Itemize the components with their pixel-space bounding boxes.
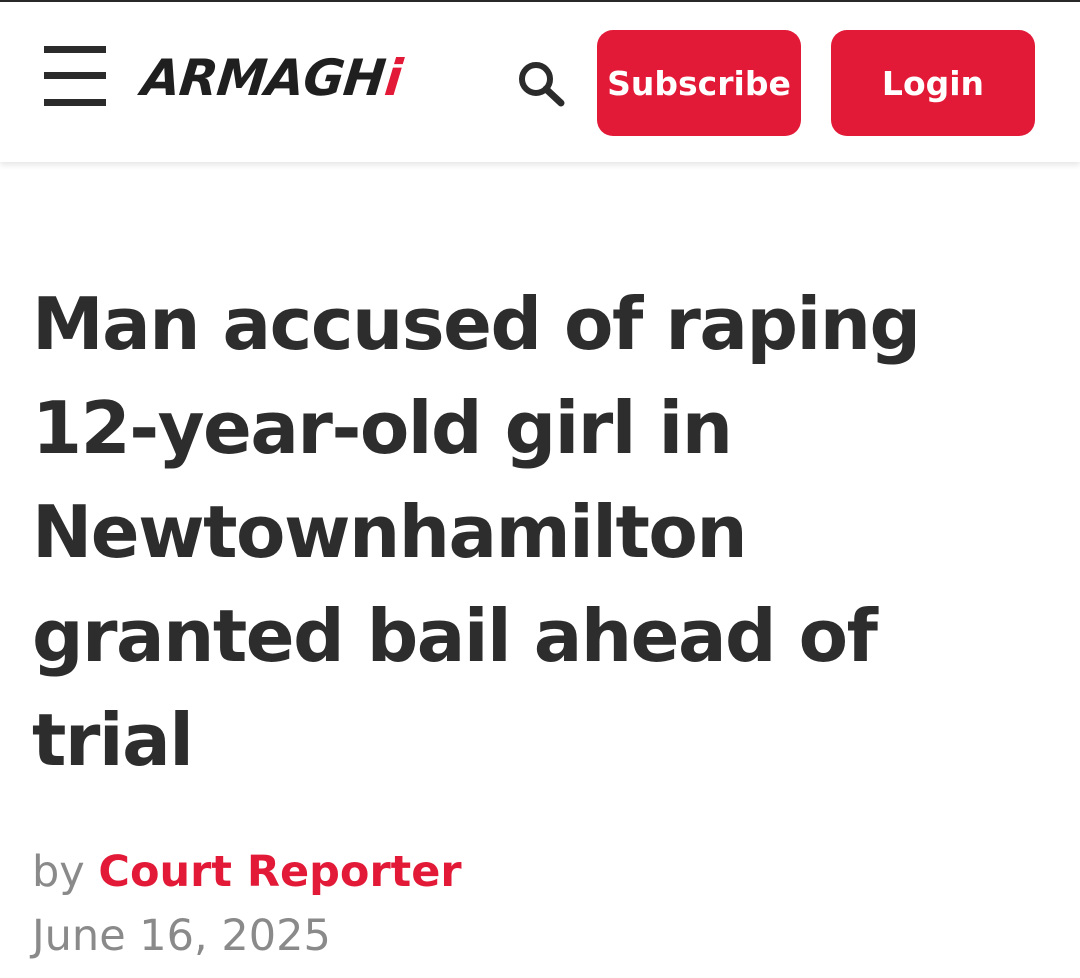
menu-bar (44, 46, 106, 53)
byline: by Court Reporter (32, 842, 462, 902)
site-header: ARMAGH i Subscribe Login (0, 2, 1080, 162)
menu-bar (44, 72, 106, 79)
byline-prefix: by (32, 847, 85, 897)
hamburger-menu-icon[interactable] (44, 46, 106, 106)
login-button[interactable]: Login (831, 30, 1035, 136)
site-logo[interactable]: ARMAGH i (138, 46, 405, 110)
publish-date: June 16, 2025 (32, 911, 331, 961)
logo-wordmark: ARMAGH (138, 49, 388, 107)
menu-bar (44, 99, 106, 106)
search-icon[interactable] (515, 58, 567, 108)
subscribe-button[interactable]: Subscribe (597, 30, 801, 136)
author-link[interactable]: Court Reporter (98, 847, 461, 897)
article-headline: Man accused of raping 12-year-old girl i… (32, 282, 921, 782)
